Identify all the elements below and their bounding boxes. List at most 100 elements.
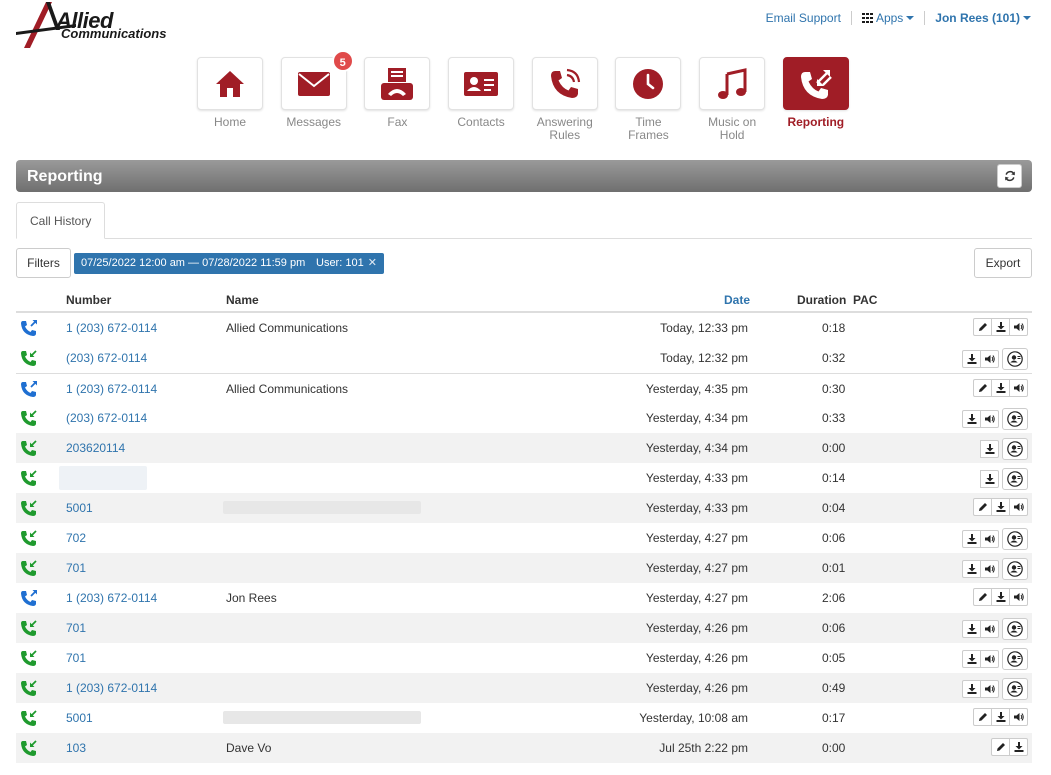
download-button[interactable]	[980, 440, 999, 458]
download-button[interactable]	[962, 650, 981, 668]
nav-tile-time-frames[interactable]: Time Frames	[615, 57, 682, 142]
call-number-link[interactable]: 701	[66, 561, 86, 575]
call-number-link[interactable]: (203) 672-0114	[66, 411, 147, 425]
download-icon	[967, 354, 977, 364]
edit-button[interactable]	[973, 498, 992, 516]
email-support-link[interactable]: Email Support	[766, 11, 841, 25]
nav-tile-answering-rules[interactable]: Answering Rules	[531, 57, 598, 142]
nav-tile-label: Fax	[387, 115, 408, 129]
row-actions	[980, 468, 1028, 490]
listen-button[interactable]	[980, 530, 999, 548]
download-button[interactable]	[991, 588, 1010, 606]
contact-circle-icon	[1007, 681, 1023, 697]
add-contact-button[interactable]	[1002, 678, 1028, 700]
add-contact-button[interactable]	[1002, 528, 1028, 550]
add-contact-button[interactable]	[1002, 648, 1028, 670]
listen-button[interactable]	[1009, 708, 1028, 726]
listen-button[interactable]	[1009, 318, 1028, 336]
refresh-button[interactable]	[997, 164, 1022, 188]
listen-button[interactable]	[980, 410, 999, 428]
export-button[interactable]: Export	[974, 248, 1032, 278]
nav-tile-box	[197, 57, 263, 110]
nav-tile-reporting[interactable]: Reporting	[782, 57, 849, 142]
col-pac[interactable]: PAC	[853, 293, 877, 307]
speaker-icon	[984, 354, 995, 364]
inbound-call-icon	[20, 439, 38, 457]
download-icon	[967, 534, 977, 544]
remove-filter-icon[interactable]: ✕	[368, 257, 377, 269]
listen-button[interactable]	[980, 350, 999, 368]
listen-button[interactable]	[980, 620, 999, 638]
filters-button[interactable]: Filters	[16, 248, 71, 278]
download-icon	[996, 712, 1006, 722]
col-number[interactable]: Number	[66, 293, 111, 307]
nav-tile-music-on-hold[interactable]: Music on Hold	[699, 57, 766, 142]
download-button[interactable]	[962, 410, 981, 428]
download-button[interactable]	[1009, 738, 1028, 756]
date-range-filter-chip[interactable]: 07/25/2022 12:00 am — 07/28/2022 11:59 p…	[74, 253, 313, 274]
download-button[interactable]	[991, 708, 1010, 726]
col-date[interactable]: Date	[724, 293, 750, 307]
add-contact-button[interactable]	[1002, 438, 1028, 460]
call-number-link[interactable]: 1 (203) 672-0114	[66, 321, 157, 335]
download-button[interactable]	[991, 318, 1010, 336]
edit-button[interactable]	[973, 708, 992, 726]
speaker-icon	[984, 414, 995, 424]
edit-button[interactable]	[973, 318, 992, 336]
user-filter-chip[interactable]: User: 101 ✕	[309, 253, 384, 274]
nav-tile-contacts[interactable]: Contacts	[448, 57, 515, 142]
listen-button[interactable]	[980, 560, 999, 578]
company-logo[interactable]: Allied Communications	[16, 2, 166, 48]
listen-button[interactable]	[980, 650, 999, 668]
add-contact-button[interactable]	[1002, 558, 1028, 580]
download-button[interactable]	[980, 470, 999, 488]
call-date: Yesterday, 4:26 pm	[645, 651, 748, 665]
download-button[interactable]	[991, 379, 1010, 397]
download-button[interactable]	[962, 560, 981, 578]
listen-button[interactable]	[1009, 588, 1028, 606]
call-number-link[interactable]: 701	[66, 651, 86, 665]
download-button[interactable]	[962, 530, 981, 548]
col-name[interactable]: Name	[226, 293, 259, 307]
call-number-link[interactable]: 701	[66, 621, 86, 635]
listen-button[interactable]	[1009, 379, 1028, 397]
tab-call-history[interactable]: Call History	[16, 202, 106, 239]
nav-tile-home[interactable]: Home	[197, 57, 263, 142]
refresh-icon	[1004, 170, 1015, 182]
pencil-icon	[996, 742, 1006, 752]
download-button[interactable]	[962, 680, 981, 698]
apps-menu[interactable]: Apps	[861, 11, 915, 25]
user-menu[interactable]: Jon Rees (101)	[935, 11, 1031, 25]
call-number-link[interactable]: 1 (203) 672-0114	[66, 382, 157, 396]
listen-button[interactable]	[980, 680, 999, 698]
nav-tile-fax[interactable]: Fax	[364, 57, 431, 142]
listen-button[interactable]	[1009, 498, 1028, 516]
add-contact-button[interactable]	[1002, 408, 1028, 430]
call-number-link[interactable]: (203) 672-0114	[66, 351, 147, 365]
row-actions	[991, 738, 1028, 756]
nav-tile-box	[699, 57, 766, 110]
edit-button[interactable]	[991, 738, 1010, 756]
add-contact-button[interactable]	[1002, 468, 1028, 490]
download-button[interactable]	[962, 350, 981, 368]
call-number-link[interactable]: 203620114	[66, 441, 125, 455]
inbound-call-icon	[20, 649, 38, 667]
contact-circle-icon	[1007, 441, 1023, 457]
edit-button[interactable]	[973, 379, 992, 397]
call-number-link[interactable]: 1 (203) 672-0114	[66, 591, 157, 605]
add-contact-button[interactable]	[1002, 618, 1028, 640]
add-contact-button[interactable]	[1002, 348, 1028, 370]
col-duration[interactable]: Duration	[797, 293, 846, 307]
download-button[interactable]	[962, 620, 981, 638]
download-button[interactable]	[991, 498, 1010, 516]
call-duration: 0:14	[822, 471, 846, 485]
call-number-link[interactable]: 5001	[66, 711, 93, 725]
edit-button[interactable]	[973, 588, 992, 606]
call-number-link[interactable]: 702	[66, 531, 86, 545]
inbound-call-icon	[20, 559, 38, 577]
nav-tile-messages[interactable]: 5 Messages	[280, 50, 354, 142]
call-number-link[interactable]: 1 (203) 672-0114	[66, 681, 157, 695]
call-number-link[interactable]: 5001	[66, 501, 93, 515]
caller-name: Dave Vo	[226, 741, 272, 755]
call-number-link[interactable]: 103	[66, 741, 86, 755]
